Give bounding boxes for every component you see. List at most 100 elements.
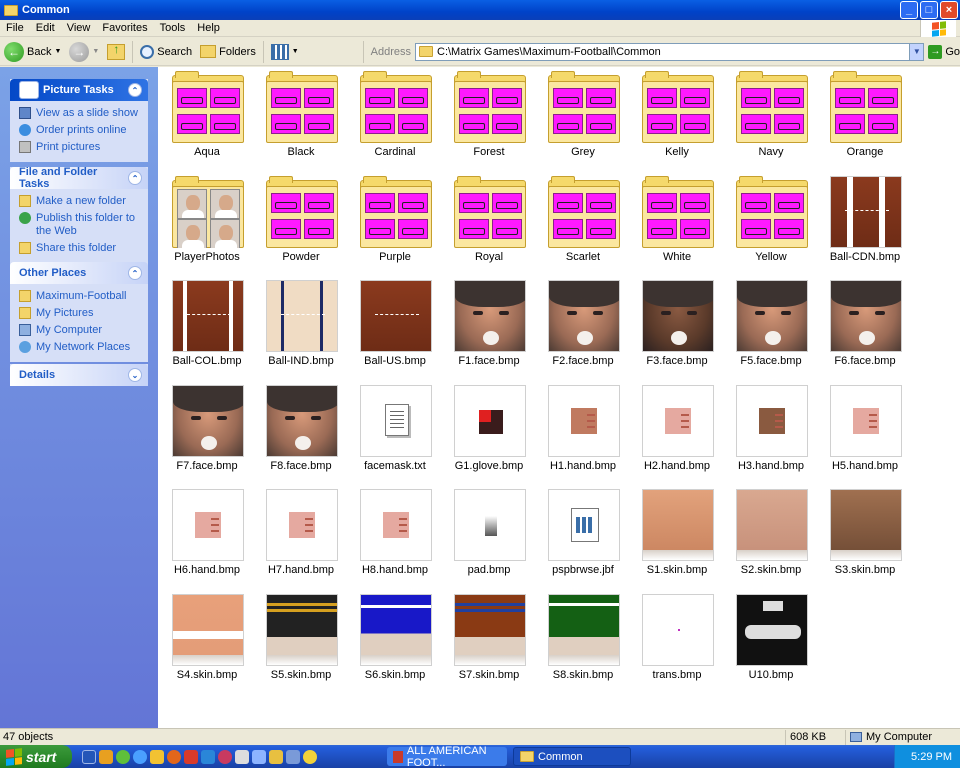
file-item[interactable]: S3.skin.bmp bbox=[818, 485, 912, 585]
file-item[interactable]: U10.bmp bbox=[724, 590, 818, 690]
folder-item[interactable]: Purple bbox=[348, 172, 442, 272]
search-button[interactable]: Search bbox=[136, 40, 196, 64]
folders-button[interactable]: Folders bbox=[196, 40, 260, 64]
folder-item[interactable]: Aqua bbox=[160, 67, 254, 167]
share-folder-link[interactable]: Share this folder bbox=[10, 240, 148, 257]
file-item[interactable]: S8.skin.bmp bbox=[536, 590, 630, 690]
file-item[interactable]: F8.face.bmp bbox=[254, 381, 348, 481]
app-icon[interactable] bbox=[201, 749, 215, 764]
file-item[interactable]: F5.face.bmp bbox=[724, 276, 818, 376]
place-my-network[interactable]: My Network Places bbox=[10, 339, 148, 356]
details-header[interactable]: Details ⌄ bbox=[10, 364, 148, 386]
file-item[interactable]: facemask.txt bbox=[348, 381, 442, 481]
menu-edit[interactable]: Edit bbox=[30, 22, 61, 34]
file-item[interactable]: F2.face.bmp bbox=[536, 276, 630, 376]
folder-item[interactable]: Grey bbox=[536, 67, 630, 167]
task-button-all-american[interactable]: ALL AMERICAN FOOT... bbox=[387, 745, 507, 769]
menu-help[interactable]: Help bbox=[191, 22, 226, 34]
picture-tasks-header[interactable]: Picture Tasks ⌃ bbox=[10, 79, 148, 101]
file-item[interactable]: H1.hand.bmp bbox=[536, 381, 630, 481]
address-bar[interactable]: C:\Matrix Games\Maximum-Football\Common … bbox=[415, 42, 925, 61]
file-item[interactable]: S1.skin.bmp bbox=[630, 485, 724, 585]
file-item[interactable]: H5.hand.bmp bbox=[818, 381, 912, 481]
folder-item[interactable]: Royal bbox=[442, 172, 536, 272]
file-item[interactable]: S4.skin.bmp bbox=[160, 590, 254, 690]
app-icon[interactable] bbox=[116, 749, 130, 764]
app-icon[interactable] bbox=[150, 749, 164, 764]
new-folder-link[interactable]: Make a new folder bbox=[10, 193, 148, 210]
minimize-button[interactable]: _ bbox=[900, 1, 918, 19]
file-item[interactable]: F7.face.bmp bbox=[160, 381, 254, 481]
folder-item[interactable]: Black bbox=[254, 67, 348, 167]
file-item[interactable]: G1.glove.bmp bbox=[442, 381, 536, 481]
chevron-down-icon[interactable]: ▼ bbox=[909, 43, 924, 60]
go-button[interactable]: → Go bbox=[928, 44, 960, 59]
folder-item[interactable]: Kelly bbox=[630, 67, 724, 167]
file-item[interactable]: Ball-CDN.bmp bbox=[818, 172, 912, 272]
task-button-common[interactable]: Common bbox=[513, 747, 631, 766]
place-my-computer[interactable]: My Computer bbox=[10, 322, 148, 339]
app-icon[interactable] bbox=[235, 749, 249, 764]
clock[interactable]: 5:29 PM bbox=[911, 751, 952, 763]
file-item[interactable]: pad.bmp bbox=[442, 485, 536, 585]
publish-web-link[interactable]: Publish this folder to the Web bbox=[10, 210, 148, 240]
other-places-header[interactable]: Other Places ⌃ bbox=[10, 262, 148, 284]
file-view[interactable]: Aqua Black Cardinal Forest Grey Kelly Navy Oran… bbox=[158, 67, 960, 728]
forward-button[interactable]: → ▼ bbox=[65, 40, 103, 64]
close-button[interactable]: × bbox=[940, 1, 958, 19]
start-button[interactable]: start bbox=[0, 745, 72, 768]
file-item[interactable]: F3.face.bmp bbox=[630, 276, 724, 376]
file-item[interactable]: S2.skin.bmp bbox=[724, 485, 818, 585]
app-icon[interactable] bbox=[286, 749, 300, 764]
maximize-button[interactable]: □ bbox=[920, 1, 938, 19]
order-prints-link[interactable]: Order prints online bbox=[10, 122, 148, 139]
file-item[interactable]: S6.skin.bmp bbox=[348, 590, 442, 690]
title-bar[interactable]: Common _ □ × bbox=[0, 0, 960, 20]
file-item[interactable]: Ball-COL.bmp bbox=[160, 276, 254, 376]
file-item[interactable]: H7.hand.bmp bbox=[254, 485, 348, 585]
folder-item[interactable]: White bbox=[630, 172, 724, 272]
print-pictures-link[interactable]: Print pictures bbox=[10, 139, 148, 156]
file-item[interactable]: H6.hand.bmp bbox=[160, 485, 254, 585]
slideshow-link[interactable]: View as a slide show bbox=[10, 105, 148, 122]
file-item[interactable]: F6.face.bmp bbox=[818, 276, 912, 376]
app-icon[interactable] bbox=[218, 749, 232, 764]
file-item[interactable]: trans.bmp bbox=[630, 590, 724, 690]
file-item[interactable]: H8.hand.bmp bbox=[348, 485, 442, 585]
folder-item[interactable]: Scarlet bbox=[536, 172, 630, 272]
file-item[interactable]: S5.skin.bmp bbox=[254, 590, 348, 690]
folder-item[interactable]: Forest bbox=[442, 67, 536, 167]
collapse-icon[interactable]: ⌃ bbox=[128, 83, 142, 97]
file-item[interactable]: Ball-IND.bmp bbox=[254, 276, 348, 376]
folder-item[interactable]: PlayerPhotos bbox=[160, 172, 254, 272]
app-icon[interactable] bbox=[269, 749, 283, 764]
smiley-icon[interactable] bbox=[303, 749, 317, 764]
file-item[interactable]: S7.skin.bmp bbox=[442, 590, 536, 690]
place-my-pictures[interactable]: My Pictures bbox=[10, 305, 148, 322]
file-item[interactable]: Ball-US.bmp bbox=[348, 276, 442, 376]
firefox-icon[interactable] bbox=[167, 749, 181, 764]
media-player-icon[interactable] bbox=[99, 749, 113, 764]
menu-favorites[interactable]: Favorites bbox=[96, 22, 153, 34]
app-icon[interactable] bbox=[252, 749, 266, 764]
views-button[interactable]: ▼ bbox=[267, 40, 303, 64]
folder-item[interactable]: Cardinal bbox=[348, 67, 442, 167]
up-folder-button[interactable]: ↑ bbox=[103, 40, 129, 64]
menu-file[interactable]: File bbox=[0, 22, 30, 34]
file-item[interactable]: F1.face.bmp bbox=[442, 276, 536, 376]
collapse-icon[interactable]: ⌃ bbox=[128, 266, 142, 280]
menu-view[interactable]: View bbox=[61, 22, 97, 34]
folder-item[interactable]: Navy bbox=[724, 67, 818, 167]
folder-item[interactable]: Powder bbox=[254, 172, 348, 272]
place-maximum-football[interactable]: Maximum-Football bbox=[10, 288, 148, 305]
file-item[interactable]: H2.hand.bmp bbox=[630, 381, 724, 481]
folder-item[interactable]: Orange bbox=[818, 67, 912, 167]
file-item[interactable]: pspbrwse.jbf bbox=[536, 485, 630, 585]
file-folder-tasks-header[interactable]: File and Folder Tasks ⌃ bbox=[10, 166, 148, 190]
back-button[interactable]: ← Back ▼ bbox=[0, 40, 65, 64]
app-icon[interactable] bbox=[184, 749, 198, 764]
collapse-icon[interactable]: ⌃ bbox=[128, 171, 142, 185]
show-desktop-icon[interactable] bbox=[82, 749, 96, 764]
expand-icon[interactable]: ⌄ bbox=[128, 368, 142, 382]
internet-explorer-icon[interactable] bbox=[133, 749, 147, 764]
